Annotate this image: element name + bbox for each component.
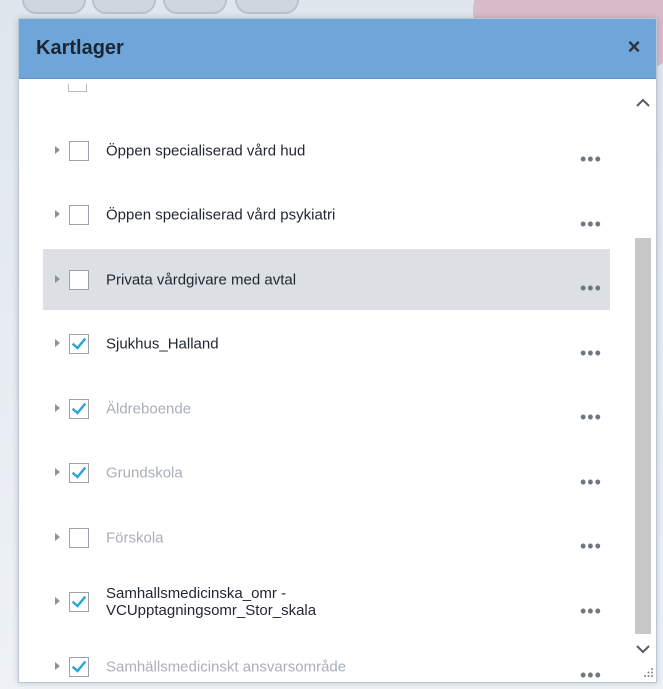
- layer-visibility-checkbox[interactable]: [69, 656, 89, 677]
- layer-row[interactable]: Grundskola •••: [43, 443, 610, 504]
- layer-row[interactable]: Sjukhus_Halland •••: [43, 314, 610, 375]
- background-tab: [92, 0, 156, 14]
- layer-row[interactable]: Privata vårdgivare med avtal •••: [43, 249, 610, 310]
- ellipsis-icon: •••: [580, 213, 602, 234]
- layer-row[interactable]: Öppen specialiserad vård psykiatri •••: [43, 185, 610, 246]
- scrollbar[interactable]: [630, 80, 656, 682]
- layer-visibility-checkbox[interactable]: [69, 205, 89, 225]
- layer-options-button[interactable]: •••: [580, 150, 610, 168]
- ellipsis-icon: •••: [580, 471, 602, 492]
- caret-right-icon[interactable]: [55, 339, 60, 347]
- ellipsis-icon: •••: [580, 407, 602, 427]
- scrollbar-track[interactable]: [635, 120, 651, 634]
- caret-right-icon[interactable]: [55, 145, 60, 154]
- layer-options-button[interactable]: •••: [580, 344, 610, 362]
- resize-grip-icon[interactable]: [644, 668, 654, 678]
- layer-label: Äldreboende: [106, 400, 192, 417]
- ellipsis-icon: •••: [580, 149, 602, 169]
- layer-options-button[interactable]: •••: [580, 602, 610, 620]
- scroll-up-button[interactable]: [634, 94, 652, 112]
- layer-visibility-checkbox[interactable]: [69, 398, 89, 419]
- layer-label: Grundskola: [106, 464, 183, 482]
- caret-right-icon[interactable]: [55, 661, 60, 670]
- layer-visibility-checkbox[interactable]: [69, 527, 89, 548]
- scrollbar-thumb[interactable]: [635, 238, 651, 634]
- layer-row[interactable]: Samhallsmedicinska_omr - VCUpptagningsom…: [43, 572, 610, 633]
- background-tab: [235, 0, 299, 14]
- layer-visibility-checkbox[interactable]: [69, 269, 89, 290]
- layer-label: Samhällsmedicinskt ansvarsområde: [106, 658, 347, 675]
- layer-options-button[interactable]: •••: [580, 408, 610, 426]
- layer-visibility-checkbox[interactable]: [69, 140, 89, 161]
- ellipsis-icon: •••: [580, 665, 602, 682]
- scroll-down-button[interactable]: [634, 640, 652, 658]
- checkmark-icon: [71, 660, 87, 673]
- partial-checkbox: [68, 84, 87, 92]
- layer-label: Förskola: [106, 529, 164, 546]
- layer-row[interactable]: Äldreboende •••: [43, 378, 610, 439]
- caret-right-icon[interactable]: [55, 210, 60, 218]
- layer-row[interactable]: Förskola •••: [43, 507, 610, 568]
- layer-label: Öppen specialiserad vård psykiatri: [106, 206, 336, 224]
- panel-titlebar: Kartlager ×: [19, 19, 656, 79]
- close-icon: ×: [627, 34, 641, 59]
- layer-list-panel: Kartlager × Öppen specialiserad vård hud…: [18, 18, 657, 683]
- caret-right-icon[interactable]: [55, 532, 60, 541]
- ellipsis-icon: •••: [580, 536, 602, 556]
- layer-label: Samhallsmedicinska_omr - VCUpptagningsom…: [106, 585, 317, 619]
- layer-visibility-checkbox[interactable]: [69, 463, 89, 483]
- layer-row[interactable]: Samhällsmedicinskt ansvarsområde •••: [43, 636, 610, 682]
- layer-list: Öppen specialiserad vård hud ••• Öppen spe…: [19, 80, 656, 682]
- chevron-up-icon: [636, 98, 650, 107]
- caret-right-icon[interactable]: [55, 597, 60, 605]
- checkmark-icon: [71, 595, 87, 608]
- layer-label: Sjukhus_Halland: [106, 335, 219, 353]
- layer-options-button[interactable]: •••: [580, 279, 610, 297]
- layer-row[interactable]: Öppen specialiserad vård hud •••: [43, 120, 610, 181]
- layer-options-button[interactable]: •••: [580, 666, 610, 682]
- layer-options-button[interactable]: •••: [580, 537, 610, 555]
- caret-right-icon[interactable]: [55, 274, 60, 283]
- layer-label: Öppen specialiserad vård hud: [106, 142, 306, 159]
- layer-options-button[interactable]: •••: [580, 215, 610, 233]
- caret-right-icon[interactable]: [55, 403, 60, 412]
- background-tab: [22, 0, 86, 14]
- layer-options-button[interactable]: •••: [580, 473, 610, 491]
- layer-label: Privata vårdgivare med avtal: [106, 271, 297, 288]
- checkmark-icon: [71, 402, 87, 415]
- layer-visibility-checkbox[interactable]: [69, 334, 89, 354]
- chevron-down-icon: [636, 645, 650, 654]
- caret-right-icon[interactable]: [55, 468, 60, 476]
- ellipsis-icon: •••: [580, 600, 602, 621]
- panel-title: Kartlager: [36, 37, 124, 59]
- layer-visibility-checkbox[interactable]: [69, 592, 89, 612]
- ellipsis-icon: •••: [580, 342, 602, 363]
- checkmark-icon: [71, 337, 87, 350]
- ellipsis-icon: •••: [580, 278, 602, 298]
- close-button[interactable]: ×: [622, 34, 646, 60]
- checkmark-icon: [71, 466, 87, 479]
- background-tab: [163, 0, 227, 14]
